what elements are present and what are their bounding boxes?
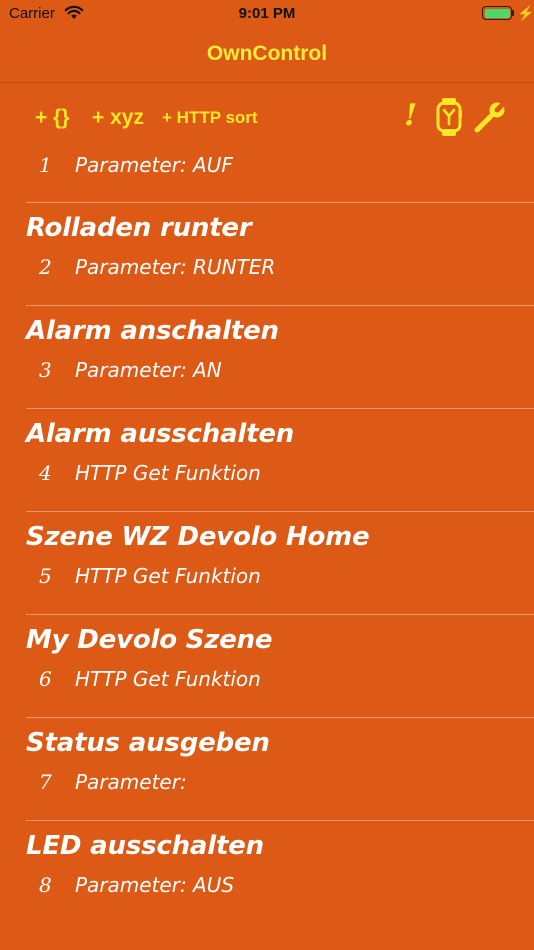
item-detail: Parameter: AUF [75, 153, 233, 177]
list-item[interactable]: LED ausschalten 8 Parameter: AUS [0, 821, 534, 924]
status-bar: Carrier 9:01 PM ⚡ [0, 0, 534, 28]
add-http-sort-button[interactable]: + HTTP sort [162, 108, 258, 128]
list-item[interactable]: Szene WZ Devolo Home 5 HTTP Get Funktion [0, 512, 534, 615]
list-item[interactable]: My Devolo Szene 6 HTTP Get Funktion [0, 615, 534, 718]
clock: 9:01 PM [238, 5, 296, 22]
list-item[interactable]: Rolladen runter 2 Parameter: RUNTER [0, 203, 534, 306]
item-detail: HTTP Get Funktion [75, 461, 261, 485]
item-detail: HTTP Get Funktion [75, 564, 261, 588]
list-item[interactable]: 1 Parameter: AUF [0, 142, 534, 203]
item-number: 4 [39, 461, 52, 485]
battery-cap [512, 10, 514, 16]
command-list: 1 Parameter: AUF Rolladen runter 2 Param… [0, 142, 534, 924]
item-detail: Parameter: [75, 770, 187, 794]
alert-button[interactable]: ! [404, 98, 417, 133]
item-title: Status ausgeben [26, 728, 270, 758]
item-title: Alarm ausschalten [26, 419, 295, 449]
item-number: 6 [39, 667, 52, 691]
item-title: My Devolo Szene [26, 625, 273, 655]
toolbar: + {} + xyz + HTTP sort ! [0, 96, 534, 142]
navigation-bar: OwnControl [0, 28, 534, 83]
charging-bolt-icon: ⚡ [517, 5, 534, 21]
list-item[interactable]: Alarm ausschalten 4 HTTP Get Funktion [0, 409, 534, 512]
item-number: 7 [39, 770, 52, 794]
item-detail: Parameter: AUS [75, 873, 235, 897]
item-title: Alarm anschalten [26, 316, 279, 346]
item-detail: HTTP Get Funktion [75, 667, 261, 691]
list-item[interactable]: Alarm anschalten 3 Parameter: AN [0, 306, 534, 409]
item-detail: Parameter: AN [75, 358, 222, 382]
list-item[interactable]: Status ausgeben 7 Parameter: [0, 718, 534, 821]
item-title: LED ausschalten [26, 831, 264, 861]
apple-watch-icon[interactable] [436, 98, 462, 141]
add-xyz-button[interactable]: + xyz [92, 106, 144, 130]
item-detail: Parameter: RUNTER [75, 255, 276, 279]
item-title: Szene WZ Devolo Home [26, 522, 370, 552]
item-number: 2 [39, 255, 52, 279]
item-title: Rolladen runter [26, 213, 252, 243]
page-title: OwnControl [206, 42, 328, 65]
battery-level [484, 8, 510, 18]
wrench-icon[interactable] [472, 99, 508, 140]
item-number: 1 [39, 153, 52, 177]
item-number: 8 [39, 873, 52, 897]
item-number: 5 [39, 564, 52, 588]
item-number: 3 [39, 358, 52, 382]
battery-icon [482, 6, 512, 20]
add-json-button[interactable]: + {} [35, 106, 69, 130]
